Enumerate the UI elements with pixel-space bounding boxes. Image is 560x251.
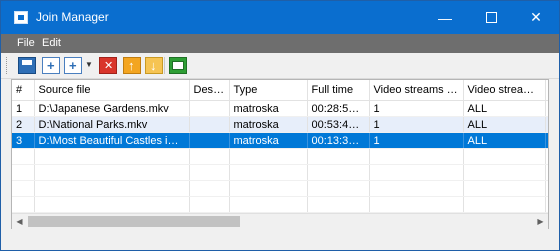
move-down-icon[interactable] xyxy=(145,57,163,74)
table-row-selected[interactable]: 3 D:\Most Beautiful Castles in the W... … xyxy=(12,132,548,149)
close-button[interactable]: ✕ xyxy=(513,1,559,34)
cell-type: matroska xyxy=(229,100,308,117)
cell-dest-file xyxy=(189,100,230,117)
cell-index: 3 xyxy=(12,132,35,149)
cell-index: 2 xyxy=(12,116,35,133)
column-header-v[interactable]: V xyxy=(545,80,548,101)
cell-full-time: 00:28:54:56 xyxy=(307,100,370,117)
cell-video-streams-count: 1 xyxy=(369,132,464,149)
maximize-button[interactable] xyxy=(468,1,514,34)
app-icon xyxy=(14,11,28,24)
toolbar: ▼ xyxy=(1,53,559,79)
insert-file-icon[interactable] xyxy=(64,57,82,74)
cell-v: H xyxy=(545,100,548,117)
add-file-icon[interactable] xyxy=(42,57,60,74)
column-header-index[interactable]: # xyxy=(12,80,35,101)
cell-video-streams-count: 1 xyxy=(369,116,464,133)
menu-file[interactable]: File xyxy=(17,37,35,49)
title-bar[interactable]: Join Manager — ✕ xyxy=(1,1,559,34)
column-header-full-time[interactable]: Full time xyxy=(307,80,370,101)
delete-icon[interactable] xyxy=(99,57,117,74)
save-icon[interactable] xyxy=(18,57,36,74)
cell-v: H xyxy=(545,116,548,133)
dropdown-arrow-icon[interactable]: ▼ xyxy=(85,60,93,70)
cell-type: matroska xyxy=(229,116,308,133)
scroll-thumb[interactable] xyxy=(28,216,240,227)
window-title: Join Manager xyxy=(36,10,109,24)
menu-edit[interactable]: Edit xyxy=(42,37,61,49)
horizontal-scrollbar[interactable]: ◀ ▶ xyxy=(12,213,548,229)
cell-video-stream-num: ALL xyxy=(463,116,546,133)
minimize-button[interactable]: — xyxy=(422,1,468,34)
table-row[interactable]: 1 D:\Japanese Gardens.mkv matroska 00:28… xyxy=(12,100,548,117)
scroll-right-icon[interactable]: ▶ xyxy=(533,214,548,229)
column-header-video-streams-count[interactable]: Video streams count xyxy=(369,80,464,101)
cell-v: H xyxy=(545,132,548,149)
toolbar-grip[interactable] xyxy=(6,57,10,74)
cell-video-streams-count: 1 xyxy=(369,100,464,117)
table-row[interactable]: 2 D:\National Parks.mkv matroska 00:53:4… xyxy=(12,116,548,133)
column-header-source-file[interactable]: Source file xyxy=(34,80,190,101)
join-file-table[interactable]: # Source file Dest file Type Full time V… xyxy=(11,79,549,229)
move-up-icon[interactable] xyxy=(123,57,141,74)
menu-bar: File Edit xyxy=(1,34,559,53)
cell-type: matroska xyxy=(229,132,308,149)
cell-dest-file xyxy=(189,116,230,133)
empty-row xyxy=(12,196,548,213)
minimize-icon: — xyxy=(438,9,452,26)
column-header-type[interactable]: Type xyxy=(229,80,308,101)
cell-full-time: 00:13:32:16 xyxy=(307,132,370,149)
run-join-icon[interactable] xyxy=(169,57,187,74)
scroll-left-icon[interactable]: ◀ xyxy=(12,214,27,229)
close-icon: ✕ xyxy=(530,9,542,25)
empty-row xyxy=(12,148,548,165)
toolbar-separator xyxy=(164,57,165,74)
maximize-icon xyxy=(485,12,497,23)
cell-dest-file xyxy=(189,132,230,149)
table-header: # Source file Dest file Type Full time V… xyxy=(12,80,548,101)
cell-video-stream-num: ALL xyxy=(463,100,546,117)
empty-row xyxy=(12,180,548,197)
cell-index: 1 xyxy=(12,100,35,117)
cell-full-time: 00:53:46:61 xyxy=(307,116,370,133)
cell-video-stream-num: ALL xyxy=(463,132,546,149)
cell-source-file: D:\Most Beautiful Castles in the W... xyxy=(34,132,190,149)
cell-source-file: D:\National Parks.mkv xyxy=(34,116,190,133)
cell-source-file: D:\Japanese Gardens.mkv xyxy=(34,100,190,117)
join-manager-window: Join Manager — ✕ File Edit ▼ xyxy=(0,0,560,251)
empty-row xyxy=(12,164,548,181)
column-header-dest-file[interactable]: Dest file xyxy=(189,80,230,101)
column-header-video-stream-num[interactable]: Video stream num xyxy=(463,80,546,101)
